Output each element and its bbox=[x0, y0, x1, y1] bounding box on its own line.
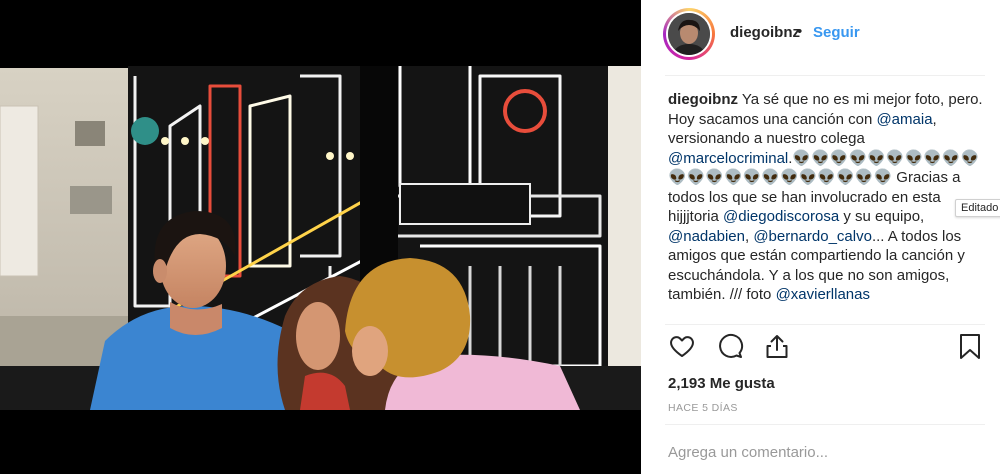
mention-link[interactable]: @amaia bbox=[876, 111, 932, 128]
caption-text: y su equipo, bbox=[839, 208, 925, 225]
edited-tooltip: Editado bbox=[955, 199, 1000, 217]
bookmark-icon bbox=[960, 334, 980, 359]
comment-input[interactable] bbox=[668, 440, 968, 464]
mention-link[interactable]: @marcelocriminal bbox=[668, 150, 788, 167]
speech-bubble-icon bbox=[719, 333, 744, 358]
save-button[interactable] bbox=[956, 332, 984, 360]
post-photo[interactable] bbox=[0, 66, 641, 410]
caption-author-link[interactable]: diegoibnz bbox=[668, 91, 738, 108]
comment-divider bbox=[665, 424, 985, 425]
post-media bbox=[0, 0, 641, 474]
avatar[interactable] bbox=[663, 8, 715, 60]
like-button[interactable] bbox=[668, 332, 696, 360]
post-side-panel: diegoibnz • Seguir diegoibnz Ya sé que n… bbox=[641, 0, 1000, 474]
comment-button[interactable] bbox=[716, 332, 744, 360]
post-caption: diegoibnz Ya sé que no es mi mejor foto,… bbox=[668, 90, 986, 305]
username-link[interactable]: diegoibnz bbox=[730, 24, 800, 41]
mention-link[interactable]: @bernardo_calvo bbox=[753, 228, 872, 245]
header-divider bbox=[665, 75, 985, 76]
likes-count[interactable]: 2,193 Me gusta bbox=[668, 375, 775, 392]
avatar-ring bbox=[666, 11, 712, 57]
mention-link[interactable]: @diegodiscorosa bbox=[723, 208, 839, 225]
follow-button[interactable]: Seguir bbox=[813, 24, 860, 41]
heart-icon bbox=[670, 336, 694, 357]
mention-link[interactable]: @nadabien bbox=[668, 228, 745, 245]
header-separator: • bbox=[797, 23, 803, 40]
share-arrow-icon bbox=[766, 335, 788, 358]
share-button[interactable] bbox=[763, 332, 791, 360]
post-header: diegoibnz • Seguir bbox=[641, 0, 1000, 68]
actions-divider bbox=[665, 324, 985, 325]
mention-link[interactable]: @xavierllanas bbox=[776, 286, 870, 303]
avatar-image bbox=[668, 13, 710, 55]
post-timestamp[interactable]: HACE 5 DÍAS bbox=[668, 402, 738, 414]
